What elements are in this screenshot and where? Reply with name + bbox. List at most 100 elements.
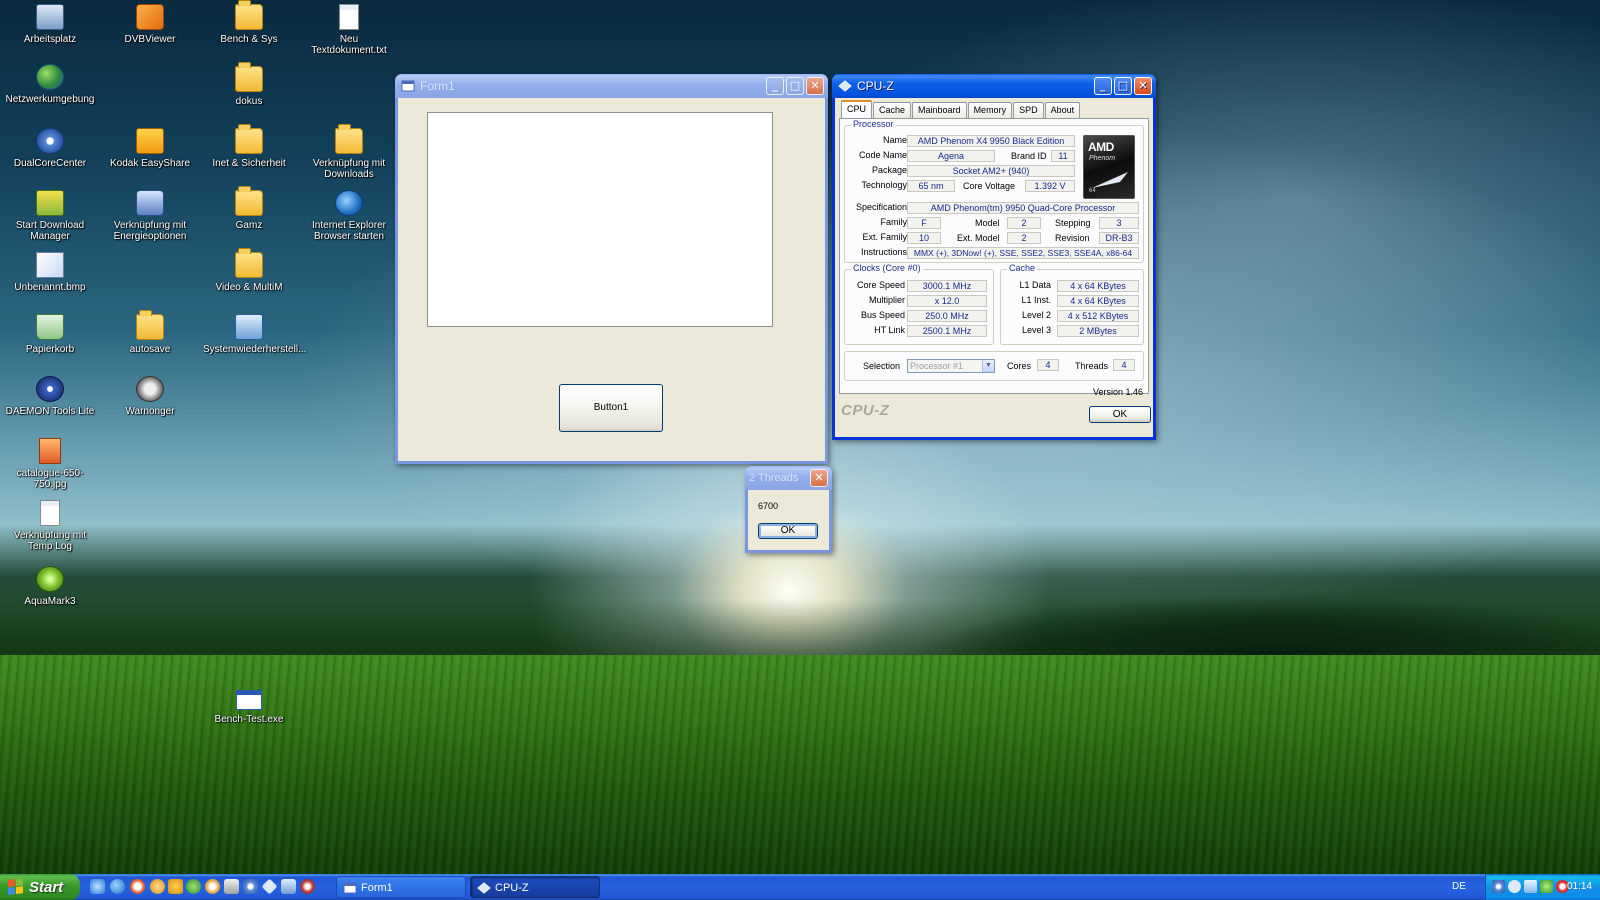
threads-dialog[interactable]: 2 Threads ✕ 6700 OK xyxy=(745,466,832,553)
desktop-icon-dvbviewer[interactable]: DVBViewer xyxy=(102,4,198,45)
quicklaunch-desktop-icon[interactable] xyxy=(90,879,105,894)
desktop-icon-label: DualCoreCenter xyxy=(13,158,87,169)
desktop-icon-video-multim[interactable]: Video & MultiM xyxy=(201,248,297,293)
quicklaunch-media-icon[interactable] xyxy=(130,879,145,894)
quicklaunch-app-icon[interactable] xyxy=(168,879,183,894)
tray-monitor-icon[interactable] xyxy=(1524,880,1537,893)
form1-panel xyxy=(427,112,773,327)
quicklaunch-globe-icon[interactable] xyxy=(186,879,201,894)
desktop-icon-gamz[interactable]: Gamz xyxy=(201,186,297,231)
tray-security-icon[interactable] xyxy=(1540,880,1553,893)
extfamily-label: Ext. Family xyxy=(862,232,907,242)
l1data-value: 4 x 64 KBytes xyxy=(1057,280,1139,292)
form1-titlebar[interactable]: Form1 _ □ ✕ xyxy=(395,74,828,98)
threads-value: 4 xyxy=(1113,359,1135,371)
desktop-icon-energieoptionen[interactable]: Verknüpfung mit Energieoptionen xyxy=(102,190,198,242)
corevoltage-label: Core Voltage xyxy=(963,181,1016,191)
desktop-icon-dokus[interactable]: dokus xyxy=(201,62,297,107)
l1data-label: L1 Data xyxy=(1019,280,1051,290)
minimize-button[interactable]: _ xyxy=(1094,77,1112,95)
close-button[interactable]: ✕ xyxy=(1134,77,1152,95)
ok-button[interactable]: OK xyxy=(1089,406,1151,423)
cpuz-brand-text: CPU-Z xyxy=(841,402,890,419)
close-button[interactable]: ✕ xyxy=(810,469,828,487)
desktop-icon-netzwerkumgebung[interactable]: Netzwerkumgebung xyxy=(2,64,98,105)
desktop-icon-start-download-manager[interactable]: Start Download Manager xyxy=(2,190,98,242)
quicklaunch-cpuz-icon[interactable] xyxy=(261,878,278,895)
cores-label: Cores xyxy=(1007,361,1032,371)
name-value: AMD Phenom X4 9950 Black Edition xyxy=(907,135,1075,147)
maximize-button[interactable]: □ xyxy=(1114,77,1132,95)
desktop-icon-arbeitsplatz[interactable]: Arbeitsplatz xyxy=(2,4,98,45)
processor-group: Processor Name AMD Phenom X4 9950 Black … xyxy=(844,119,1144,263)
quicklaunch-tool2-icon[interactable] xyxy=(300,879,315,894)
quicklaunch-monitor-icon[interactable] xyxy=(281,879,296,894)
language-indicator[interactable]: DE xyxy=(1452,881,1466,892)
ok-button[interactable]: OK xyxy=(758,523,818,539)
tab-memory[interactable]: Memory xyxy=(967,102,1013,118)
quicklaunch-gear-icon[interactable] xyxy=(243,879,258,894)
processor-select[interactable]: Processor #1 ▼ xyxy=(907,359,995,373)
tab-cache[interactable]: Cache xyxy=(873,102,912,118)
desktop-icon-papierkorb[interactable]: Papierkorb xyxy=(2,314,98,355)
quicklaunch-messenger-icon[interactable] xyxy=(150,879,165,894)
text-shortcut-icon xyxy=(40,500,60,526)
close-button[interactable]: ✕ xyxy=(806,77,824,95)
tray-network-icon[interactable] xyxy=(1492,880,1505,893)
desktop-icon-label: Verknüpfung mit Downloads xyxy=(312,158,386,180)
tray-app-icon[interactable] xyxy=(1508,880,1521,893)
text-document-icon xyxy=(339,4,359,30)
taskbar-button-form1[interactable]: Form1 xyxy=(336,876,466,898)
quicklaunch-tool-icon[interactable] xyxy=(224,879,239,894)
brandid-value: 11 xyxy=(1051,150,1075,162)
desktop-icon-temp-log[interactable]: Verknüpfung mit Temp Log xyxy=(2,500,98,552)
desktop-icon-label: Systemwiederherstell... xyxy=(203,344,307,355)
form1-window[interactable]: Form1 _ □ ✕ Button1 xyxy=(395,74,828,464)
desktop-icon-internet-explorer[interactable]: Internet Explorer Browser starten xyxy=(301,190,397,242)
desktop-icon-unbenannt-bmp[interactable]: Unbenannt.bmp xyxy=(2,252,98,293)
amd-logo-text: AMD xyxy=(1088,140,1114,154)
desktop-icon-kodak[interactable]: Kodak EasyShare xyxy=(102,128,198,169)
desktop-icon-aquamark3[interactable]: AquaMark3 xyxy=(2,566,98,607)
desktop-icon-bench-test-exe[interactable]: Bench-Test.exe xyxy=(201,690,297,725)
desktop-icon-systemwiederherstellung[interactable]: Systemwiederherstell... xyxy=(201,314,307,355)
threads-titlebar[interactable]: 2 Threads ✕ xyxy=(745,466,832,490)
desktop-icon-neu-textdokument[interactable]: Neu Textdokument.txt xyxy=(301,4,397,56)
desktop-icon-warnonger[interactable]: Warnonger xyxy=(102,376,198,417)
tab-mainboard[interactable]: Mainboard xyxy=(912,102,967,118)
tab-cpu[interactable]: CPU xyxy=(841,100,873,118)
codename-label: Code Name xyxy=(858,150,907,160)
cpuz-titlebar[interactable]: CPU-Z _ □ ✕ xyxy=(832,74,1156,98)
desktop-icon-catalogue-jpg[interactable]: catalogue-650-750.jpg xyxy=(2,438,98,490)
desktop-icon-downloads-shortcut[interactable]: Verknüpfung mit Downloads xyxy=(301,124,397,180)
minimize-button[interactable]: _ xyxy=(766,77,784,95)
cpuz-window[interactable]: CPU-Z _ □ ✕ CPU Cache Mainboard Memory S… xyxy=(832,74,1156,440)
clock[interactable]: 01:14 xyxy=(1567,881,1592,892)
taskbar-button-cpuz[interactable]: CPU-Z xyxy=(470,876,600,898)
cpu-tab-panel: Processor Name AMD Phenom X4 9950 Black … xyxy=(839,118,1149,394)
tab-about[interactable]: About xyxy=(1044,102,1081,118)
download-manager-icon xyxy=(36,190,64,216)
htlink-label: HT Link xyxy=(874,325,905,335)
maximize-button[interactable]: □ xyxy=(786,77,804,95)
desktop-icon-daemon-tools[interactable]: DAEMON Tools Lite xyxy=(2,376,98,417)
quicklaunch-ie-icon[interactable] xyxy=(110,879,125,894)
bitmap-icon xyxy=(36,252,64,278)
family-value: F xyxy=(907,217,941,229)
desktop-icon-label: dokus xyxy=(235,96,263,107)
desktop-icon-label: Neu Textdokument.txt xyxy=(311,34,387,56)
tab-spd[interactable]: SPD xyxy=(1013,102,1044,118)
desktop-icon-dualcorecenter[interactable]: DualCoreCenter xyxy=(2,128,98,169)
desktop-icon-label: Gamz xyxy=(235,220,263,231)
daemon-tools-icon xyxy=(36,376,64,402)
start-button[interactable]: Start xyxy=(0,874,80,900)
button1[interactable]: Button1 xyxy=(559,384,663,432)
desktop-icon-label: Bench & Sys xyxy=(220,34,278,45)
desktop-icon-autosave[interactable]: autosave xyxy=(102,310,198,355)
desktop-icon-inet-sicherheit[interactable]: Inet & Sicherheit xyxy=(201,124,297,169)
recycle-bin-icon xyxy=(36,314,64,340)
desktop-icon-label: Verknüpfung mit Energieoptionen xyxy=(113,220,187,242)
quicklaunch-info-icon[interactable] xyxy=(205,879,220,894)
desktop-icon-bench-sys[interactable]: Bench & Sys xyxy=(201,0,297,45)
form1-client-area: Button1 xyxy=(398,98,825,461)
